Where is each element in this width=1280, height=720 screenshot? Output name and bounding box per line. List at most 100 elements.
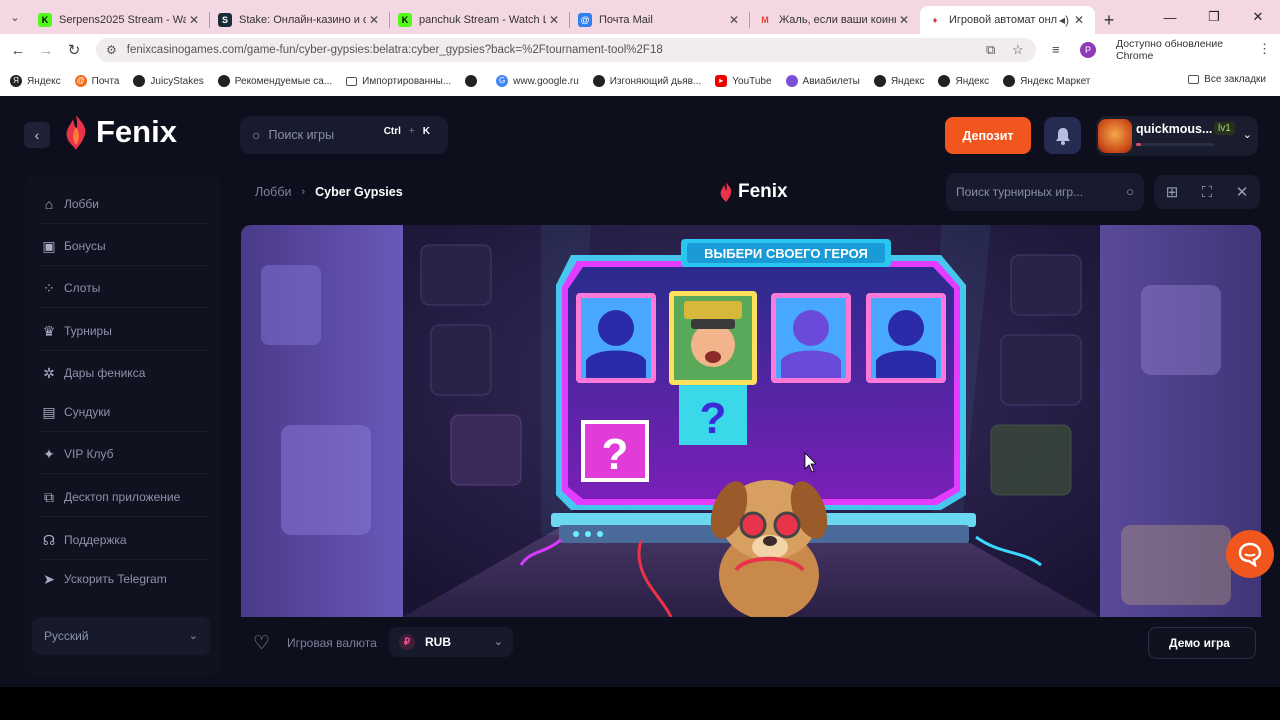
deposit-button[interactable]: Депозит (945, 117, 1031, 154)
hero-card[interactable] (866, 293, 946, 383)
chevron-right-icon: › (301, 186, 306, 198)
close-icon[interactable]: ✕ (1236, 183, 1249, 201)
address-bar[interactable]: ⚙ fenixcasinogames.com/game-fun/cyber-gy… (96, 38, 1036, 62)
sidebar-item-bonuses[interactable]: ▣ Бонусы (40, 237, 105, 255)
browser-tab[interactable]: SStake: Онлайн-казино и ставки✕ (210, 6, 390, 34)
bookmark[interactable]: Рекомендуемые са... (217, 75, 332, 87)
media-icon[interactable]: ≡ (1052, 42, 1060, 57)
sidebar-item-telegram[interactable]: ➤ Ускорить Telegram (40, 570, 167, 588)
mystery-box-pink[interactable]: ? (581, 420, 649, 482)
close-icon[interactable]: ✕ (726, 13, 742, 27)
site-header: ‹ Fenix ○ Поиск игры Ctrl + K Депозит quic… (0, 97, 1280, 173)
browser-tab[interactable]: Kpanchuk Stream - Watch Live✕ (390, 6, 570, 34)
kick-icon: K (398, 13, 412, 27)
bookmark[interactable]: Авиабилеты (785, 75, 860, 87)
reload-icon[interactable]: ↻ (60, 41, 88, 59)
install-icon[interactable]: ⧉ (986, 42, 995, 58)
bookmark[interactable]: JuicyStakes (133, 75, 204, 87)
forward-icon[interactable]: → (32, 42, 60, 59)
bookmark[interactable]: Я Яндекс (10, 75, 61, 87)
chevron-down-icon: ⌄ (1242, 129, 1252, 141)
svg-text:?: ? (602, 430, 629, 479)
hero-card[interactable] (771, 293, 851, 383)
hero-card[interactable] (576, 293, 656, 383)
site-info-icon[interactable]: ⚙ (106, 43, 117, 57)
sidebar-item-tournaments[interactable]: ♛ Турниры (40, 322, 112, 340)
sidebar-item-vip-club[interactable]: ✦ VIP Клуб (40, 445, 113, 463)
language-select[interactable]: Русский ⌄ (32, 617, 210, 655)
game-frame[interactable]: ВЫБЕРИ СВОЕГО ГЕРОЯ ? ? (241, 225, 1261, 617)
bookmark[interactable]: ▸ YouTube (715, 75, 772, 87)
speaker-icon[interactable]: ◂) (1057, 13, 1071, 27)
mystery-box-cyan[interactable]: ? (679, 385, 747, 445)
chevron-down-icon: ⌄ (188, 630, 198, 642)
window-close-icon[interactable]: ✕ (1236, 0, 1280, 34)
close-icon[interactable]: ✕ (896, 13, 912, 27)
game-view-controls: ⊞ ⛶ ✕ (1154, 175, 1260, 209)
bookmark[interactable]: Изгоняющий дьяв... (592, 75, 701, 87)
sidebar-item-desktop-app[interactable]: ⧉ Десктоп приложение (40, 488, 180, 506)
headset-icon: ☊ (42, 531, 56, 548)
new-tab-button[interactable]: + (1095, 6, 1123, 34)
sidebar-item-support[interactable]: ☊ Поддержка (40, 531, 127, 549)
level-progress (1136, 143, 1214, 146)
chrome-update-button[interactable]: Доступно обновление Chrome (1108, 38, 1254, 62)
favorite-icon[interactable]: ♡ (253, 632, 270, 655)
minimize-icon[interactable]: — (1148, 0, 1192, 34)
bookmark[interactable]: Яндекс (938, 75, 989, 87)
all-bookmarks[interactable]: Все закладки (1188, 74, 1266, 85)
bookmark-star-icon[interactable]: ☆ (1012, 42, 1024, 58)
site-logo[interactable]: Fenix (62, 113, 177, 151)
shortcut-hint: Ctrl + K (383, 126, 430, 137)
phoenix-icon (66, 115, 86, 150)
sidebar-item-phoenix-gifts[interactable]: ✲ Дары феникса (40, 364, 145, 382)
sparkle-icon: ✦ (43, 445, 55, 462)
close-icon[interactable]: ✕ (1071, 13, 1087, 27)
sidebar-item-chests[interactable]: ▤ Сундуки (40, 403, 110, 421)
close-icon[interactable]: ✕ (366, 13, 382, 27)
gift-icon: ▣ (42, 237, 56, 254)
bookmark[interactable]: Яндекс (873, 75, 924, 87)
svg-text:?: ? (700, 394, 727, 443)
bookmark-folder[interactable]: Импортированны... (346, 76, 451, 87)
bell-icon (1055, 127, 1070, 145)
close-icon[interactable]: ✕ (546, 13, 562, 27)
center-logo: Fenix (718, 181, 788, 203)
browser-tab[interactable]: M Жаль, если ваши коины ✕ (750, 6, 920, 34)
fullscreen-icon[interactable]: ⛶ (1202, 184, 1213, 201)
sidebar-item-lobby[interactable]: ⌂ Лобби (40, 195, 99, 213)
bookmark[interactable]: Яндекс Маркет (1003, 75, 1090, 87)
sidebar-item-slots[interactable]: ⁘ Слоты (40, 279, 100, 297)
bookmark[interactable]: Gwww.google.ru (496, 75, 579, 87)
telegram-icon: ➤ (43, 570, 55, 587)
tournament-search-input[interactable]: Поиск турнирных игр... ○ (946, 173, 1144, 211)
game-canvas[interactable]: ВЫБЕРИ СВОЕГО ГЕРОЯ ? ? (241, 225, 1261, 617)
tab-search-icon[interactable]: ⌄ (0, 0, 30, 34)
browser-tab-active[interactable]: ♦Игровой автомат онлайн◂)✕ (920, 6, 1095, 34)
grid-icon[interactable]: ⊞ (1166, 183, 1179, 201)
hero-card-selected[interactable] (669, 291, 757, 385)
ruble-icon: ₽ (399, 634, 415, 650)
bookmark[interactable] (465, 75, 482, 87)
demo-play-button[interactable]: Демо игра (1148, 627, 1256, 659)
game-search-input[interactable]: ○ Поиск игры Ctrl + K (240, 116, 448, 154)
breadcrumb: Лобби › Cyber Gypsies (255, 185, 403, 199)
back-icon[interactable]: ← (4, 42, 32, 59)
profile-avatar[interactable]: P (1080, 42, 1096, 58)
browser-tab[interactable]: KSerpens2025 Stream - Watch✕ (30, 6, 210, 34)
notifications-button[interactable] (1044, 117, 1081, 154)
user-menu[interactable]: quickmous... lv1 ⌄ (1096, 116, 1258, 156)
collapse-sidebar-button[interactable]: ‹ (24, 122, 50, 148)
browser-toolbar: ← → ↻ ⚙ fenixcasinogames.com/game-fun/cy… (0, 34, 1280, 66)
breadcrumb-lobby[interactable]: Лобби (255, 185, 291, 199)
menu-icon[interactable]: ⋮ (1258, 41, 1271, 57)
support-chat-button[interactable] (1226, 530, 1274, 578)
gmail-icon: M (761, 15, 769, 25)
maximize-icon[interactable]: ❐ (1192, 0, 1236, 34)
currency-select[interactable]: ₽ RUB ⌄ (389, 627, 513, 657)
game-bottom-bar: ♡ Игровая валюта ₽ RUB ⌄ Демо игра (241, 622, 1261, 664)
browser-tab[interactable]: @ Почта Mail ✕ (570, 6, 750, 34)
fenix-icon: ♦ (932, 15, 938, 25)
bookmark[interactable]: @ Почта (74, 75, 119, 87)
close-icon[interactable]: ✕ (186, 13, 202, 27)
